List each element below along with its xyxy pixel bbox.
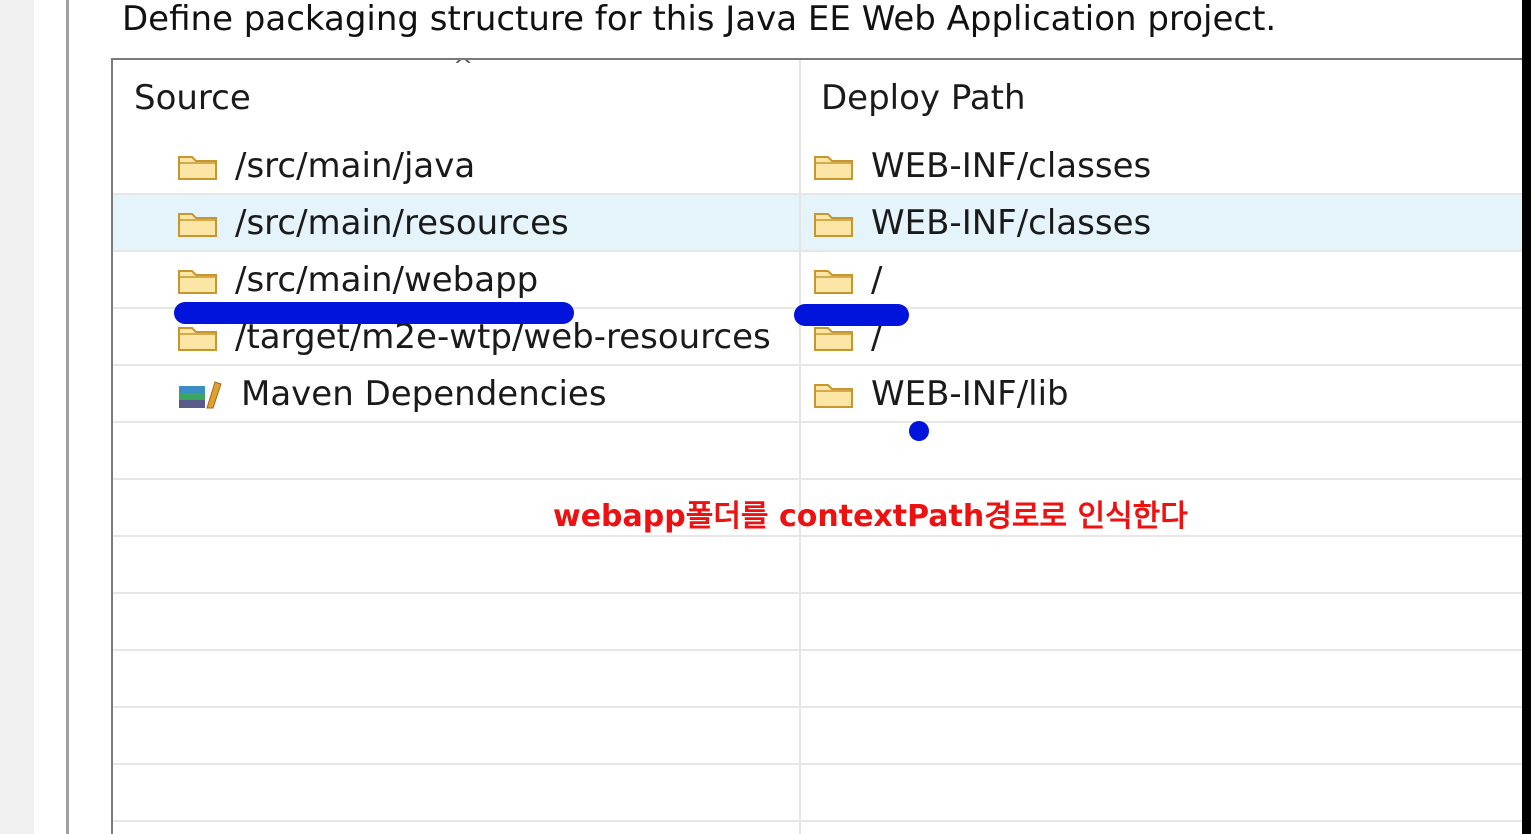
column-header-deploy-path[interactable]: Deploy Path — [821, 76, 1026, 120]
folder-icon — [814, 383, 853, 408]
deploy-path: WEB-INF/classes — [871, 202, 1152, 243]
window-edge — [1522, 0, 1531, 834]
folder-icon — [814, 155, 853, 180]
dialog-description: Define packaging structure for this Java… — [122, 0, 1277, 39]
column-header-source[interactable]: Source — [134, 76, 251, 120]
folder-icon — [814, 269, 853, 294]
left-margin — [34, 0, 66, 834]
deploy-cell: WEB-INF/classes — [813, 195, 1151, 250]
deploy-path: WEB-INF/lib — [871, 373, 1069, 414]
folder-icon — [814, 212, 853, 237]
left-panel — [0, 0, 34, 834]
highlight-underline-source — [174, 302, 574, 324]
folder-icon — [814, 326, 853, 351]
table-row-empty — [113, 651, 1522, 708]
table-row[interactable]: /src/main/java WEB-INF/classes — [113, 138, 1522, 195]
table-row-selected[interactable]: /src/main/resources WEB-INF/classes — [113, 195, 1522, 252]
folder-icon — [178, 212, 217, 237]
source-path: /src/main/webapp — [235, 259, 539, 300]
packaging-table[interactable]: ^ Source Deploy Path /src/main/java WEB-… — [111, 58, 1522, 834]
folder-icon — [178, 269, 217, 294]
table-row-empty — [113, 594, 1522, 651]
library-icon — [179, 380, 222, 408]
sort-ascending-icon: ^ — [452, 58, 474, 80]
source-path: /src/main/resources — [235, 202, 569, 243]
folder-icon — [178, 155, 217, 180]
source-path: /src/main/java — [235, 145, 476, 186]
folder-icon — [178, 326, 217, 351]
source-cell: Maven Dependencies — [177, 366, 607, 421]
column-divider[interactable] — [799, 60, 801, 834]
annotation-text: webapp폴더를 contextPath경로로 인식한다 — [553, 499, 1188, 534]
source-cell: /src/main/java — [177, 138, 475, 193]
deploy-path: WEB-INF/classes — [871, 145, 1152, 186]
deploy-cell: WEB-INF/classes — [813, 138, 1151, 193]
highlight-dot — [909, 421, 929, 441]
table-row-empty — [113, 765, 1522, 822]
dialog-border — [66, 0, 69, 834]
deploy-path: / — [871, 259, 883, 300]
table-row[interactable]: /src/main/webapp / — [113, 252, 1522, 309]
deploy-cell: / — [813, 252, 882, 307]
table-row-empty — [113, 537, 1522, 594]
table-header: ^ Source Deploy Path — [113, 60, 1522, 138]
table-row-empty — [113, 708, 1522, 765]
deploy-cell: WEB-INF/lib — [813, 366, 1069, 421]
source-cell: /src/main/webapp — [177, 252, 538, 307]
table-row-empty — [113, 423, 1522, 480]
table-row[interactable]: Maven Dependencies WEB-INF/lib — [113, 366, 1522, 423]
source-cell: /src/main/resources — [177, 195, 569, 250]
source-path: Maven Dependencies — [241, 373, 607, 414]
highlight-underline-deploy — [794, 304, 909, 326]
